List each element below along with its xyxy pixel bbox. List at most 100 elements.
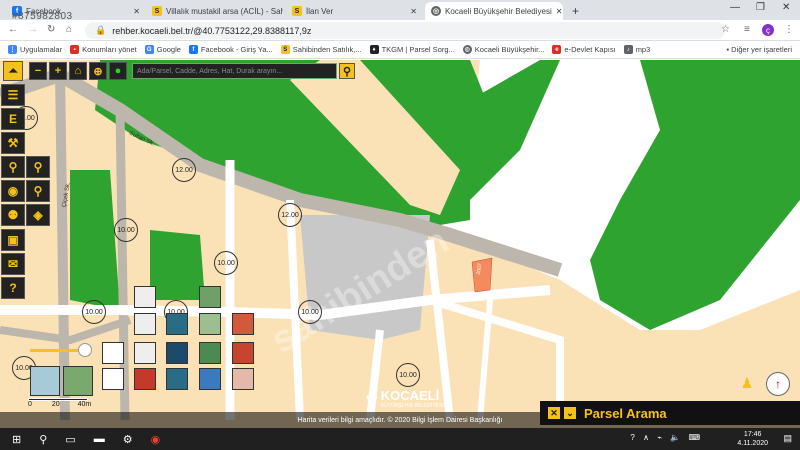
url-field[interactable]: 🔒 rehber.kocaeli.bel.tr/@40.7753122,29.8… — [85, 22, 725, 39]
terrain-layer-thumbnail[interactable] — [199, 286, 221, 308]
location-search-icon[interactable]: ◉ — [1, 180, 25, 202]
reload-icon[interactable]: ↻ — [47, 24, 55, 35]
heat-layer-thumbnail[interactable] — [232, 313, 254, 335]
opacity-slider-handle[interactable] — [78, 343, 92, 357]
terrain-layer-thumbnail[interactable] — [199, 342, 221, 364]
road-width-value: 10.00 — [301, 308, 319, 316]
satellite-layer-thumbnail[interactable] — [166, 313, 188, 335]
tab-kocaeli[interactable]: ◎ Kocaeli Büyükşehir Belediyesi ✕ — [425, 2, 563, 20]
menu-icon[interactable]: ⋮ — [784, 24, 794, 35]
tab-villalik[interactable]: S Villalık mustakil arsa (ACİL) - Sah ✕ — [146, 2, 283, 20]
layer-thumbnail[interactable] — [102, 342, 124, 364]
bookmark-konumlar[interactable]: ▪ Konumları yönet — [70, 45, 137, 54]
close-tab-icon[interactable]: ✕ — [406, 7, 417, 16]
profile-avatar[interactable]: ç — [762, 24, 774, 36]
heat-layer-thumbnail[interactable] — [232, 368, 254, 390]
satellite-layer-thumbnail[interactable] — [199, 368, 221, 390]
minimize-panel-icon[interactable]: ⌄ — [564, 407, 576, 419]
heat-layer-thumbnail[interactable] — [232, 342, 254, 364]
search-icon[interactable]: ⚲ — [339, 63, 355, 79]
heat-layer-thumbnail[interactable] — [134, 368, 156, 390]
live-status-icon[interactable]: ● — [109, 62, 127, 80]
back-icon[interactable]: ← — [8, 24, 18, 35]
minimize-icon[interactable]: — — [730, 2, 740, 13]
street-view-pegman-icon[interactable]: ♟ — [740, 372, 754, 394]
notifications-icon[interactable]: ▤ — [783, 433, 792, 444]
help-icon[interactable]: ? — [630, 433, 634, 442]
zoom-in-button[interactable]: + — [49, 62, 67, 80]
logo-text: KOCAELİ — [380, 388, 440, 403]
taskbar-clock[interactable]: 17:46 4.11.2020 — [737, 430, 768, 448]
satellite-layer-thumbnail[interactable] — [166, 342, 188, 364]
parsel-arama-panel[interactable]: ✕ ⌄ Parsel Arama — [540, 401, 800, 425]
keyboard-icon[interactable]: ⌨ — [688, 433, 700, 442]
people-icon[interactable]: ⚉ — [1, 204, 25, 226]
collapse-toggle-icon[interactable]: ⏶ — [3, 61, 23, 81]
clock-date: 4.11.2020 — [737, 440, 768, 447]
bookmark-kocaeli[interactable]: ◎ Kocaeli Büyükşehir... — [462, 45, 545, 54]
lock-icon: 🔒 — [95, 25, 107, 35]
media-icon[interactable]: ≡ — [744, 24, 750, 35]
volume-icon[interactable]: 🔈 — [670, 433, 680, 442]
bookmark-label: e-Devlet Kapısı — [564, 45, 616, 54]
construction-icon[interactable]: ⚒ — [1, 132, 25, 154]
maximize-icon[interactable]: ❐ — [756, 2, 765, 13]
e-icon[interactable]: E — [1, 108, 25, 130]
close-tab-icon[interactable]: ✕ — [552, 7, 563, 16]
close-tab-icon[interactable]: ✕ — [129, 7, 140, 16]
home-icon[interactable]: ⌂ — [66, 24, 72, 35]
search-icon[interactable]: ⚲ — [39, 433, 47, 446]
layer-thumbnail[interactable] — [102, 368, 124, 390]
bookmark-facebook[interactable]: f Facebook - Giriş Ya... — [188, 45, 273, 54]
layer-stack-thumbnail[interactable] — [134, 286, 156, 308]
other-bookmarks[interactable]: ▪ Diğer yer işaretleri — [726, 45, 792, 54]
bookmark-label: Sahibinden Satılık,... — [292, 45, 362, 54]
close-panel-icon[interactable]: ✕ — [548, 407, 560, 419]
list-menu-icon[interactable]: ☰ — [1, 84, 25, 106]
bookmark-mp3[interactable]: ♪ mp3 — [623, 45, 650, 54]
bookmark-apps[interactable]: ⋮ Uygulamalar — [8, 45, 62, 54]
bookmark-sahibinden[interactable]: S Sahibinden Satılık,... — [280, 45, 362, 54]
chrome-icon[interactable]: ◉ — [151, 433, 161, 446]
terrain-layer-thumbnail[interactable] — [199, 313, 221, 335]
compass-icon[interactable]: ↑ — [766, 372, 790, 396]
search-zoom-icon[interactable]: ⚲ — [1, 156, 25, 178]
task-view-icon[interactable]: ▭ — [65, 433, 75, 446]
network-icon[interactable]: ⌁ — [657, 433, 662, 442]
place-search-icon[interactable]: ⚲ — [26, 156, 50, 178]
help-icon[interactable]: ? — [1, 277, 25, 299]
layer-stack-thumbnail[interactable] — [134, 342, 156, 364]
new-tab-button[interactable]: + — [566, 2, 586, 20]
locate-icon[interactable]: ⊕ — [89, 62, 107, 80]
measure-icon[interactable]: ◈ — [26, 204, 50, 226]
road-width-value: 10.00 — [117, 226, 135, 234]
chevron-up-icon[interactable]: ∧ — [643, 433, 649, 442]
windows-start-icon[interactable]: ⊞ — [12, 433, 21, 446]
scale-label: 0 — [28, 401, 32, 408]
tab-ilan-ver[interactable]: S İlan Ver ✕ — [286, 2, 423, 20]
globe-icon: ◎ — [462, 45, 472, 54]
settings-icon[interactable]: ⚙ — [123, 433, 133, 446]
basemap-thumbnail[interactable] — [30, 366, 60, 396]
file-explorer-icon[interactable]: ▬ — [94, 433, 105, 445]
message-icon[interactable]: ✉ — [1, 253, 25, 275]
zoom-out-button[interactable]: − — [29, 62, 47, 80]
bookmark-tkgm[interactable]: ♦ TKGM | Parsel Sorg... — [369, 45, 455, 54]
bookmark-label: Kocaeli Büyükşehir... — [474, 45, 545, 54]
close-window-icon[interactable]: ✕ — [782, 2, 790, 13]
forward-icon[interactable]: → — [28, 24, 38, 35]
layer-stack-thumbnail[interactable] — [134, 313, 156, 335]
home-map-icon[interactable]: ⌂ — [69, 62, 87, 80]
map-toolbar: ⏶ − + ⌂ ⊕ ● Ada/Parsel, Cadde, Adres, Ha… — [3, 61, 355, 81]
basemap-thumbnail[interactable] — [63, 366, 93, 396]
map-search-input[interactable]: Ada/Parsel, Cadde, Adres, Hat, Durak ara… — [132, 63, 337, 79]
bookmark-label: TKGM | Parsel Sorg... — [381, 45, 455, 54]
map-canvas[interactable]: sahibinden 2007 Sultan Sk. Çiçek Sk. 10.… — [0, 60, 800, 428]
apps-icon: ⋮ — [8, 45, 17, 54]
camera-icon[interactable]: ▣ — [1, 229, 25, 251]
bookmark-star-icon[interactable]: ☆ — [721, 24, 730, 35]
bookmark-google[interactable]: G Google — [144, 45, 181, 54]
parcel-search-icon[interactable]: ⚲ — [26, 180, 50, 202]
satellite-layer-thumbnail[interactable] — [166, 368, 188, 390]
bookmark-edevlet[interactable]: e e-Devlet Kapısı — [552, 45, 616, 54]
